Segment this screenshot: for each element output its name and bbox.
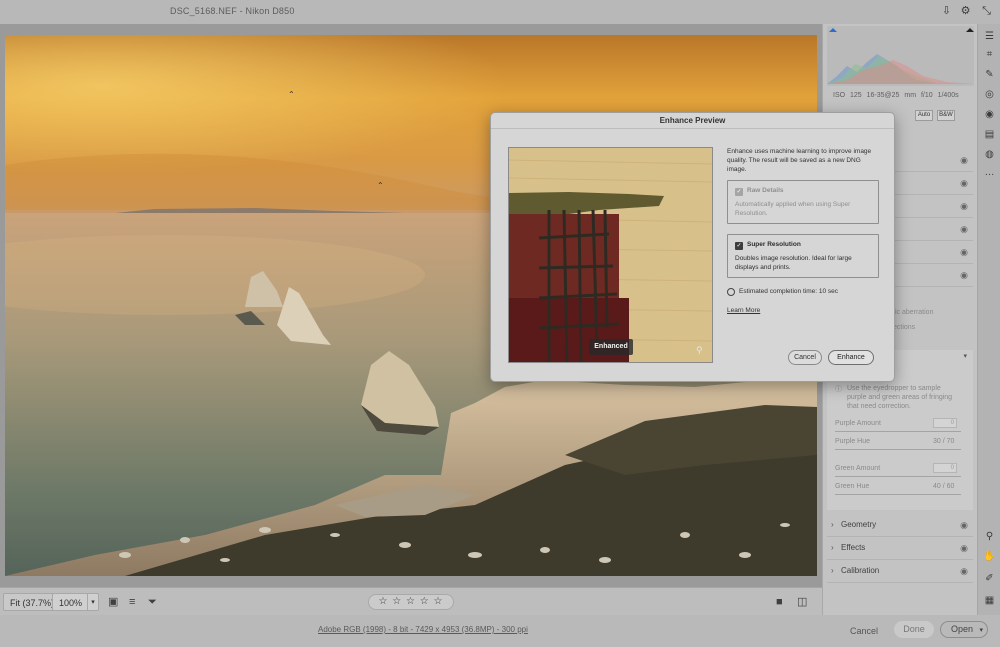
raw-details-option: ✓ Raw Details Automatically applied when… bbox=[727, 180, 879, 224]
zoom-100-button[interactable]: 100% bbox=[52, 593, 88, 611]
dialog-title: Enhance Preview bbox=[491, 113, 894, 129]
eyedropper-icon[interactable]: ✐ bbox=[983, 572, 996, 585]
timer-icon bbox=[727, 288, 735, 296]
super-resolution-checkbox[interactable]: ✓ bbox=[735, 242, 743, 250]
learn-more-link[interactable]: Learn More bbox=[727, 307, 760, 314]
dialog-description: Enhance uses machine learning to improve… bbox=[727, 148, 872, 173]
camera-info: ISO 125 16-35@25 mm f/10 1/400s bbox=[833, 92, 959, 99]
enhance-preview-image[interactable]: Enhanced ⚲ bbox=[508, 147, 713, 363]
bw-button[interactable]: B&W bbox=[937, 110, 955, 121]
magnifier-icon: ⚲ bbox=[696, 345, 703, 355]
zoom-dropdown-button[interactable]: ▾ bbox=[87, 593, 99, 611]
cancel-button[interactable]: Cancel bbox=[844, 623, 884, 639]
svg-text:⌃: ⌃ bbox=[377, 181, 384, 190]
canvas-control-bar: Fit (37.7%) 100% ▾ ▣ ≡ ⏷ ☆ ☆ ☆ ☆ ☆ ■ ◫ bbox=[0, 587, 822, 615]
green-amount-slider[interactable] bbox=[835, 476, 961, 477]
sort-icon[interactable]: ≡ bbox=[129, 595, 135, 609]
green-hue-label: Green Hue bbox=[835, 483, 870, 490]
estimated-time: Estimated completion time: 10 sec bbox=[739, 288, 838, 295]
title-bar: DSC_5168.NEF - Nikon D850 ⇩ ⚙ ⤡ bbox=[0, 0, 1000, 24]
crop-view-icon[interactable]: ■ bbox=[776, 595, 783, 609]
before-after-icon[interactable]: ◫ bbox=[797, 595, 807, 609]
defringe-hint: Use the eyedropper to sample purple and … bbox=[847, 385, 953, 410]
section-label: Effects bbox=[841, 543, 866, 552]
status-bar: Adobe RGB (1998) - 8 bit - 7429 x 4953 (… bbox=[0, 615, 1000, 647]
eye-icon[interactable]: ◉ bbox=[960, 270, 968, 281]
section-label: Geometry bbox=[841, 520, 877, 529]
snapshots-icon[interactable]: ▤ bbox=[983, 128, 996, 141]
image-icon[interactable]: ▣ bbox=[108, 595, 118, 609]
remove-chromatic-aberration-label[interactable]: tic aberration bbox=[893, 309, 933, 316]
edit-sliders-icon[interactable]: ☰ bbox=[983, 30, 996, 43]
grid-icon[interactable]: ▦ bbox=[983, 594, 996, 607]
svg-text:⌃: ⌃ bbox=[288, 90, 295, 99]
filter-icon[interactable]: ⏷ bbox=[148, 595, 157, 609]
star-rating[interactable]: ☆ ☆ ☆ ☆ ☆ bbox=[368, 594, 454, 610]
healing-brush-icon[interactable]: ✎ bbox=[983, 68, 996, 81]
purple-amount-label: Purple Amount bbox=[835, 420, 881, 427]
eye-icon[interactable]: ◉ bbox=[960, 566, 968, 577]
enhanced-badge: Enhanced bbox=[589, 339, 633, 355]
window-title: DSC_5168.NEF - Nikon D850 bbox=[170, 6, 295, 16]
super-resolution-title: Super Resolution bbox=[747, 241, 801, 248]
chevron-right-icon: › bbox=[831, 566, 834, 575]
open-label: Open bbox=[951, 624, 974, 634]
masking-icon[interactable]: ◎ bbox=[983, 88, 996, 101]
gear-icon[interactable]: ⚙ bbox=[959, 5, 972, 18]
crop-icon[interactable]: ⌗ bbox=[983, 48, 996, 61]
eye-icon[interactable]: ◉ bbox=[960, 155, 968, 166]
done-button[interactable]: Done bbox=[894, 621, 934, 638]
purple-amount-field[interactable]: 0 bbox=[933, 418, 957, 428]
chevron-down-icon: ▾ bbox=[979, 627, 984, 634]
presets-icon[interactable]: ◍ bbox=[983, 148, 996, 161]
super-resolution-description: Doubles image resolution. Ideal for larg… bbox=[735, 255, 852, 271]
eye-icon[interactable]: ◉ bbox=[960, 178, 968, 189]
more-icon[interactable]: … bbox=[983, 166, 996, 179]
raw-details-checkbox: ✓ bbox=[735, 188, 743, 196]
hand-icon[interactable]: ✋ bbox=[983, 550, 996, 563]
super-resolution-option[interactable]: ✓ Super Resolution Doubles image resolut… bbox=[727, 234, 879, 278]
histogram bbox=[827, 26, 974, 86]
eye-icon[interactable]: ◉ bbox=[960, 247, 968, 258]
info-icon: ⓘ bbox=[835, 386, 842, 393]
zoom-icon[interactable]: ⚲ bbox=[983, 530, 996, 543]
purple-hue-label: Purple Hue bbox=[835, 438, 871, 445]
auto-button[interactable]: Auto bbox=[915, 110, 933, 121]
raw-details-description: Automatically applied when using Super R… bbox=[735, 201, 851, 217]
enhance-button[interactable]: Enhance bbox=[828, 350, 874, 365]
raw-details-title: Raw Details bbox=[747, 187, 784, 194]
green-hue-slider[interactable] bbox=[835, 494, 961, 495]
purple-hue-value: 30 / 70 bbox=[933, 438, 955, 445]
dialog-cancel-button[interactable]: Cancel bbox=[788, 350, 822, 365]
chevron-right-icon: › bbox=[831, 543, 834, 552]
open-button[interactable]: Open ▾ bbox=[940, 621, 988, 638]
tool-strip: ☰ ⌗ ✎ ◎ ◉ ▤ ◍ … ⚲ ✋ ✐ ▦ bbox=[977, 24, 1000, 615]
chevron-down-icon[interactable]: ▾ bbox=[963, 352, 967, 360]
red-eye-icon[interactable]: ◉ bbox=[983, 108, 996, 121]
panel-section-calibration[interactable]: › Calibration ◉ bbox=[827, 560, 973, 583]
green-amount-field[interactable]: 0 bbox=[933, 463, 957, 473]
lens-corrections-label[interactable]: ections bbox=[893, 324, 915, 331]
panel-section-geometry[interactable]: › Geometry ◉ bbox=[827, 514, 973, 537]
panel-section-effects[interactable]: › Effects ◉ bbox=[827, 537, 973, 560]
export-icon[interactable]: ⇩ bbox=[940, 5, 953, 18]
chevron-right-icon: › bbox=[831, 520, 834, 529]
purple-hue-slider[interactable] bbox=[835, 449, 961, 450]
eye-icon[interactable]: ◉ bbox=[960, 224, 968, 235]
purple-amount-slider[interactable] bbox=[835, 431, 961, 432]
eye-icon[interactable]: ◉ bbox=[960, 520, 968, 531]
green-amount-label: Green Amount bbox=[835, 465, 881, 472]
collapse-icon[interactable]: ⤡ bbox=[980, 5, 993, 18]
enhance-preview-dialog: Enhance Preview Enhanced ⚲ Enhance uses … bbox=[490, 112, 895, 382]
eye-icon[interactable]: ◉ bbox=[960, 543, 968, 554]
eye-icon[interactable]: ◉ bbox=[960, 201, 968, 212]
green-hue-value: 40 / 60 bbox=[933, 483, 955, 490]
section-label: Calibration bbox=[841, 566, 880, 575]
workflow-options-link[interactable]: Adobe RGB (1998) - 8 bit - 7429 x 4953 (… bbox=[318, 625, 528, 634]
